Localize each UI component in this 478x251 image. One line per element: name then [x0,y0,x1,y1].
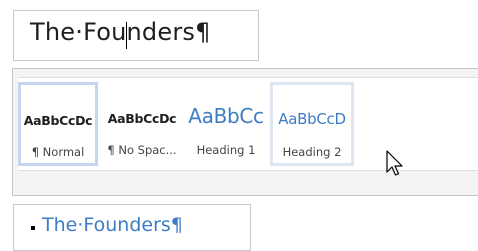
style-normal-preview: AaBbCcDc [23,113,93,128]
heading-bullet-marker [31,226,35,230]
style-gallery-strip: AaBbCcDc ¶ Normal AaBbCcDc ¶ No Spac... … [18,77,478,171]
style-no-spacing-preview: AaBbCcDc [107,111,177,126]
document-text-heading[interactable]: The·Founders¶ [42,214,183,236]
style-heading1-preview: AaBbCc [188,104,264,128]
style-normal-label: ¶ Normal [31,145,85,159]
style-heading2-preview: AaBbCcD [278,110,346,128]
style-heading1-label: Heading 1 [196,143,256,157]
document-text-plain[interactable]: The·Founders¶ [30,18,211,46]
style-normal-tile[interactable]: AaBbCcDc ¶ Normal [18,82,98,166]
style-no-spacing-label: ¶ No Spac... [107,143,177,157]
document-page-top[interactable]: The·Founders¶ [13,10,259,61]
document-page-bottom[interactable]: The·Founders¶ [13,204,251,251]
style-heading1-tile[interactable]: AaBbCc Heading 1 [186,82,266,166]
mouse-pointer-icon [386,150,403,176]
style-heading2-tile[interactable]: AaBbCcD Heading 2 [270,82,354,166]
style-gallery: AaBbCcDc ¶ Normal AaBbCcDc ¶ No Spac... … [12,68,478,196]
text-caret [126,22,127,49]
style-no-spacing-tile[interactable]: AaBbCcDc ¶ No Spac... [102,82,182,166]
style-heading2-label: Heading 2 [282,145,342,159]
